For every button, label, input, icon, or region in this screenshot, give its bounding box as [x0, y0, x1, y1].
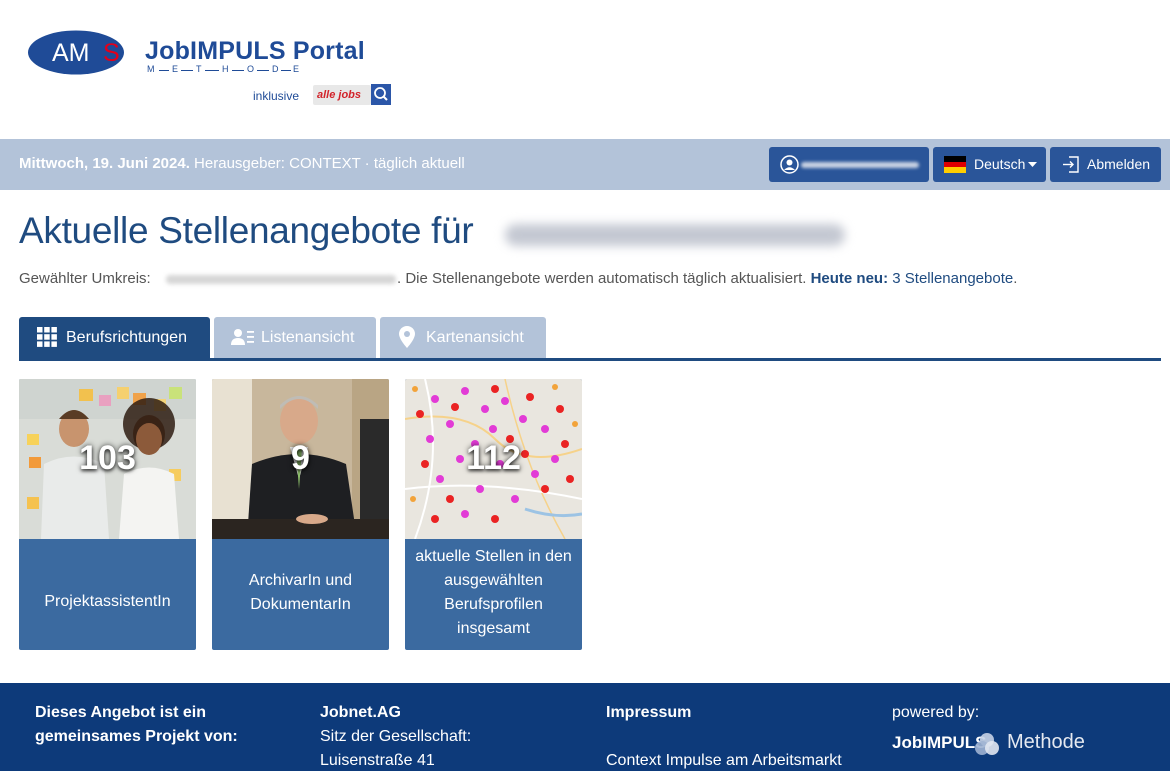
site-footer: Dieses Angebot ist ein gemeinsames Proje…	[0, 683, 1170, 771]
update-text: . Die Stellenangebote werden automatisch…	[397, 270, 807, 287]
logout-icon	[1063, 156, 1079, 173]
logout-label: Abmelden	[1087, 156, 1151, 172]
tab-listenansicht[interactable]: Listenansicht	[214, 317, 376, 358]
tab-label: Listenansicht	[261, 329, 355, 346]
alljobs-logo[interactable]: alle jobs	[313, 85, 371, 105]
caret-down-icon	[1028, 162, 1037, 167]
user-account-button[interactable]	[769, 147, 929, 182]
footer-col-company: Jobnet.AG Sitz der Gesellschaft: Luisens…	[320, 701, 471, 771]
card-label: ArchivarIn und DokumentarIn	[248, 572, 353, 613]
user-icon	[780, 155, 799, 174]
german-flag-icon	[944, 156, 966, 173]
radius-label: Gewählter Umkreis:	[19, 270, 151, 287]
today-new-end: .	[1013, 270, 1018, 287]
language-select[interactable]: Deutsch	[933, 147, 1046, 182]
footer-powered-label: powered by:	[892, 704, 980, 721]
footer-col-project: Dieses Angebot ist ein gemeinsames Proje…	[35, 701, 238, 749]
today-new-link[interactable]: 3 Stellenangebote	[892, 270, 1013, 287]
inklusive-label: inklusive	[253, 89, 300, 103]
card-label: aktuelle Stellen in den ausgewählten Ber…	[415, 548, 572, 637]
footer-col-impressum: Impressum Context Impulse am Arbeitsmark…	[606, 701, 842, 771]
footer-company-line1: Sitz der Gesellschaft:	[320, 728, 472, 745]
portal-title[interactable]: JobIMPULS Portal	[145, 37, 365, 66]
today-new-label: Heute neu:	[810, 270, 889, 287]
ams-logo[interactable]: AM S	[28, 30, 128, 75]
card-archivarin-dokumentarin[interactable]: 9 ArchivarIn und DokumentarIn	[212, 379, 389, 650]
grid-icon	[37, 327, 57, 347]
footer-company-title: Jobnet.AG	[320, 704, 401, 721]
footer-impressum-title[interactable]: Impressum	[606, 704, 691, 721]
date-publisher: Mittwoch, 19. Juni 2024. Herausgeber: CO…	[19, 155, 465, 172]
info-bar: Mittwoch, 19. Juni 2024. Herausgeber: CO…	[0, 139, 1170, 190]
title-name-redacted	[505, 224, 845, 246]
ams-logo-text-am: AM	[52, 39, 90, 67]
footer-project-line1: Dieses Angebot ist ein	[35, 704, 206, 721]
footer-company-line2: Luisenstraße 41	[320, 752, 435, 769]
user-list-icon	[231, 329, 254, 345]
ams-logo-text-s: S	[103, 39, 120, 67]
current-date: Mittwoch, 19. Juni 2024.	[19, 155, 190, 172]
site-header: AM S JobIMPULS Portal M E T H O D E inkl…	[0, 0, 1170, 139]
logout-button[interactable]: Abmelden	[1050, 147, 1161, 182]
footer-project-line2: gemeinsames Projekt von:	[35, 728, 238, 745]
publisher-text: Herausgeber: CONTEXT · täglich aktuell	[189, 155, 465, 172]
card-count: 112	[466, 439, 521, 477]
card-count: 9	[291, 439, 310, 477]
methode-subtitle: M E T H O D E	[147, 64, 300, 74]
tab-kartenansicht[interactable]: Kartenansicht	[380, 317, 546, 358]
alljobs-search-icon[interactable]	[371, 84, 391, 105]
card-aktuelle-stellen-gesamt[interactable]: 112 aktuelle Stellen in den ausgewählten…	[405, 379, 582, 650]
card-label: ProjektassistentIn	[44, 593, 171, 610]
page-title: Aktuelle Stellenangebote für	[19, 210, 474, 251]
card-projektassistentin[interactable]: 103 ProjektassistentIn	[19, 379, 196, 650]
tab-label: Kartenansicht	[426, 329, 524, 346]
map-pin-icon	[399, 326, 415, 348]
footer-col-powered: powered by:	[892, 701, 979, 725]
user-name-redacted	[801, 162, 919, 168]
card-count: 103	[79, 439, 136, 477]
radius-value-redacted	[166, 275, 396, 284]
methode-flower-icon	[975, 733, 999, 755]
update-info: . Die Stellenangebote werden automatisch…	[397, 270, 1017, 287]
tab-berufsrichtungen[interactable]: Berufsrichtungen	[19, 317, 210, 358]
language-label: Deutsch	[974, 156, 1026, 172]
footer-impressum-line1: Context Impulse am Arbeitsmarkt	[606, 752, 842, 769]
logo-methode-text: Methode	[1007, 731, 1085, 753]
tab-label: Berufsrichtungen	[66, 329, 187, 346]
tabs-underline	[19, 358, 1161, 361]
